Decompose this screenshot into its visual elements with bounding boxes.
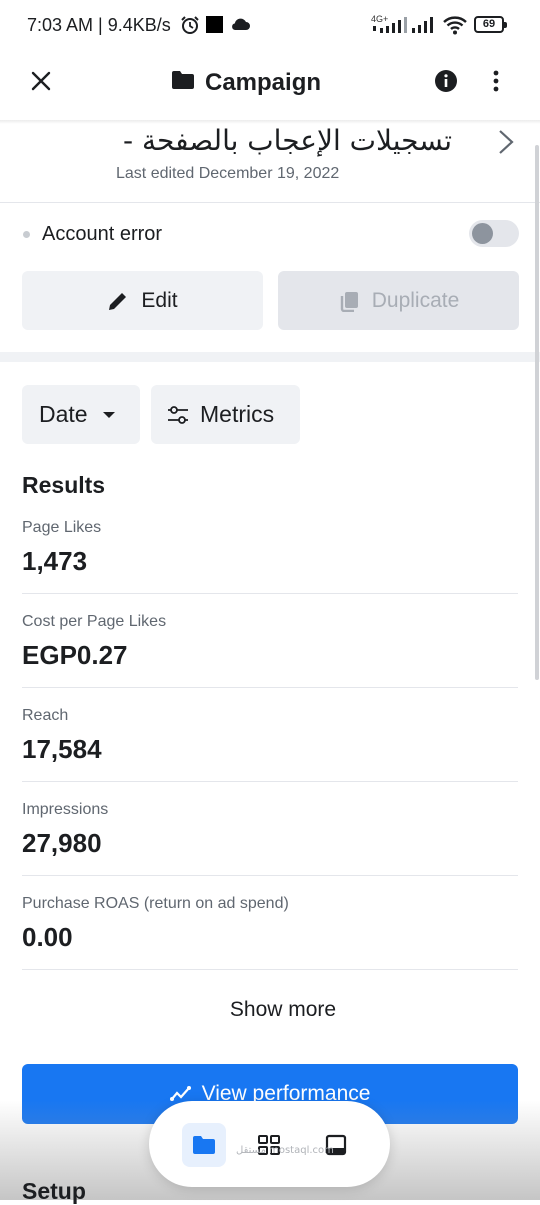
metric-purchase-roas: Purchase ROAS (return on ad spend) 0.00 [22,895,518,953]
campaign-name: تسجيلات الإعجاب بالصفحة - [123,124,452,157]
divider [22,687,518,688]
close-icon[interactable] [28,68,54,99]
duplicate-button[interactable]: Duplicate [278,271,519,330]
scrollbar[interactable] [535,145,539,680]
show-more-button[interactable]: Show more [0,998,540,1022]
divider [22,593,518,594]
folder-icon [193,1136,215,1154]
app-bar: Campaign [0,52,540,114]
sliders-icon [168,405,188,424]
edit-button-label: Edit [141,288,178,312]
notification-icon [206,16,223,33]
alarm-icon [180,15,200,40]
metric-value: 17,584 [22,734,102,764]
campaign-toggle[interactable] [469,220,519,247]
last-edited-date: Last edited December 19, 2022 [116,165,340,182]
status-dot [23,231,30,238]
divider [22,875,518,876]
divider [22,969,518,970]
metric-label: Page Likes [22,519,102,536]
section-separator [0,352,540,362]
signal-icon-2 [412,17,436,38]
metric-impressions: Impressions 27,980 [22,801,518,859]
signal-icon [373,17,407,38]
page-title: Campaign [205,69,322,96]
metric-label: Purchase ROAS (return on ad spend) [22,895,289,912]
metric-value: EGP0.27 [22,640,128,670]
watermark: مستقل mostaql.com [236,1145,334,1156]
metric-page-likes: Page Likes 1,473 [22,519,518,577]
caret-down-icon [102,411,115,418]
more-options-icon[interactable] [492,69,500,98]
duplicate-icon [340,291,358,312]
pencil-icon [109,292,127,310]
metric-value: 0.00 [22,922,73,952]
metric-cost-per-page-like: Cost per Page Likes EGP0.27 [22,613,518,671]
metric-value: 27,980 [22,828,102,858]
delivery-status: Account error [42,223,163,245]
cloud-icon [230,17,250,36]
level-switcher: مستقل mostaql.com [149,1101,390,1187]
metrics-button[interactable]: Metrics [151,385,300,444]
metric-label: Reach [22,707,69,724]
battery-indicator: 69 [474,16,507,33]
folder-icon [171,69,195,96]
status-time: 7:03 AM | 9.4KB/s [27,15,171,35]
chevron-right-icon[interactable] [495,128,517,161]
setup-heading: Setup [22,1178,86,1204]
date-dropdown-label: Date [39,401,88,427]
divider [0,202,540,203]
wifi-icon [442,15,468,40]
info-icon[interactable] [434,69,458,98]
metric-label: Impressions [22,801,109,818]
metric-reach: Reach 17,584 [22,707,518,765]
duplicate-button-label: Duplicate [371,288,460,312]
date-dropdown[interactable]: Date [22,385,140,444]
toggle-knob [472,223,493,244]
metric-label: Cost per Page Likes [22,613,167,630]
metric-value: 1,473 [22,546,88,576]
divider [22,781,518,782]
metrics-button-label: Metrics [200,401,275,427]
nav-campaigns[interactable] [182,1123,226,1167]
edit-button[interactable]: Edit [22,271,263,330]
status-bar: 7:03 AM | 9.4KB/s 4G+ 69 [0,0,540,52]
results-heading: Results [22,472,106,498]
